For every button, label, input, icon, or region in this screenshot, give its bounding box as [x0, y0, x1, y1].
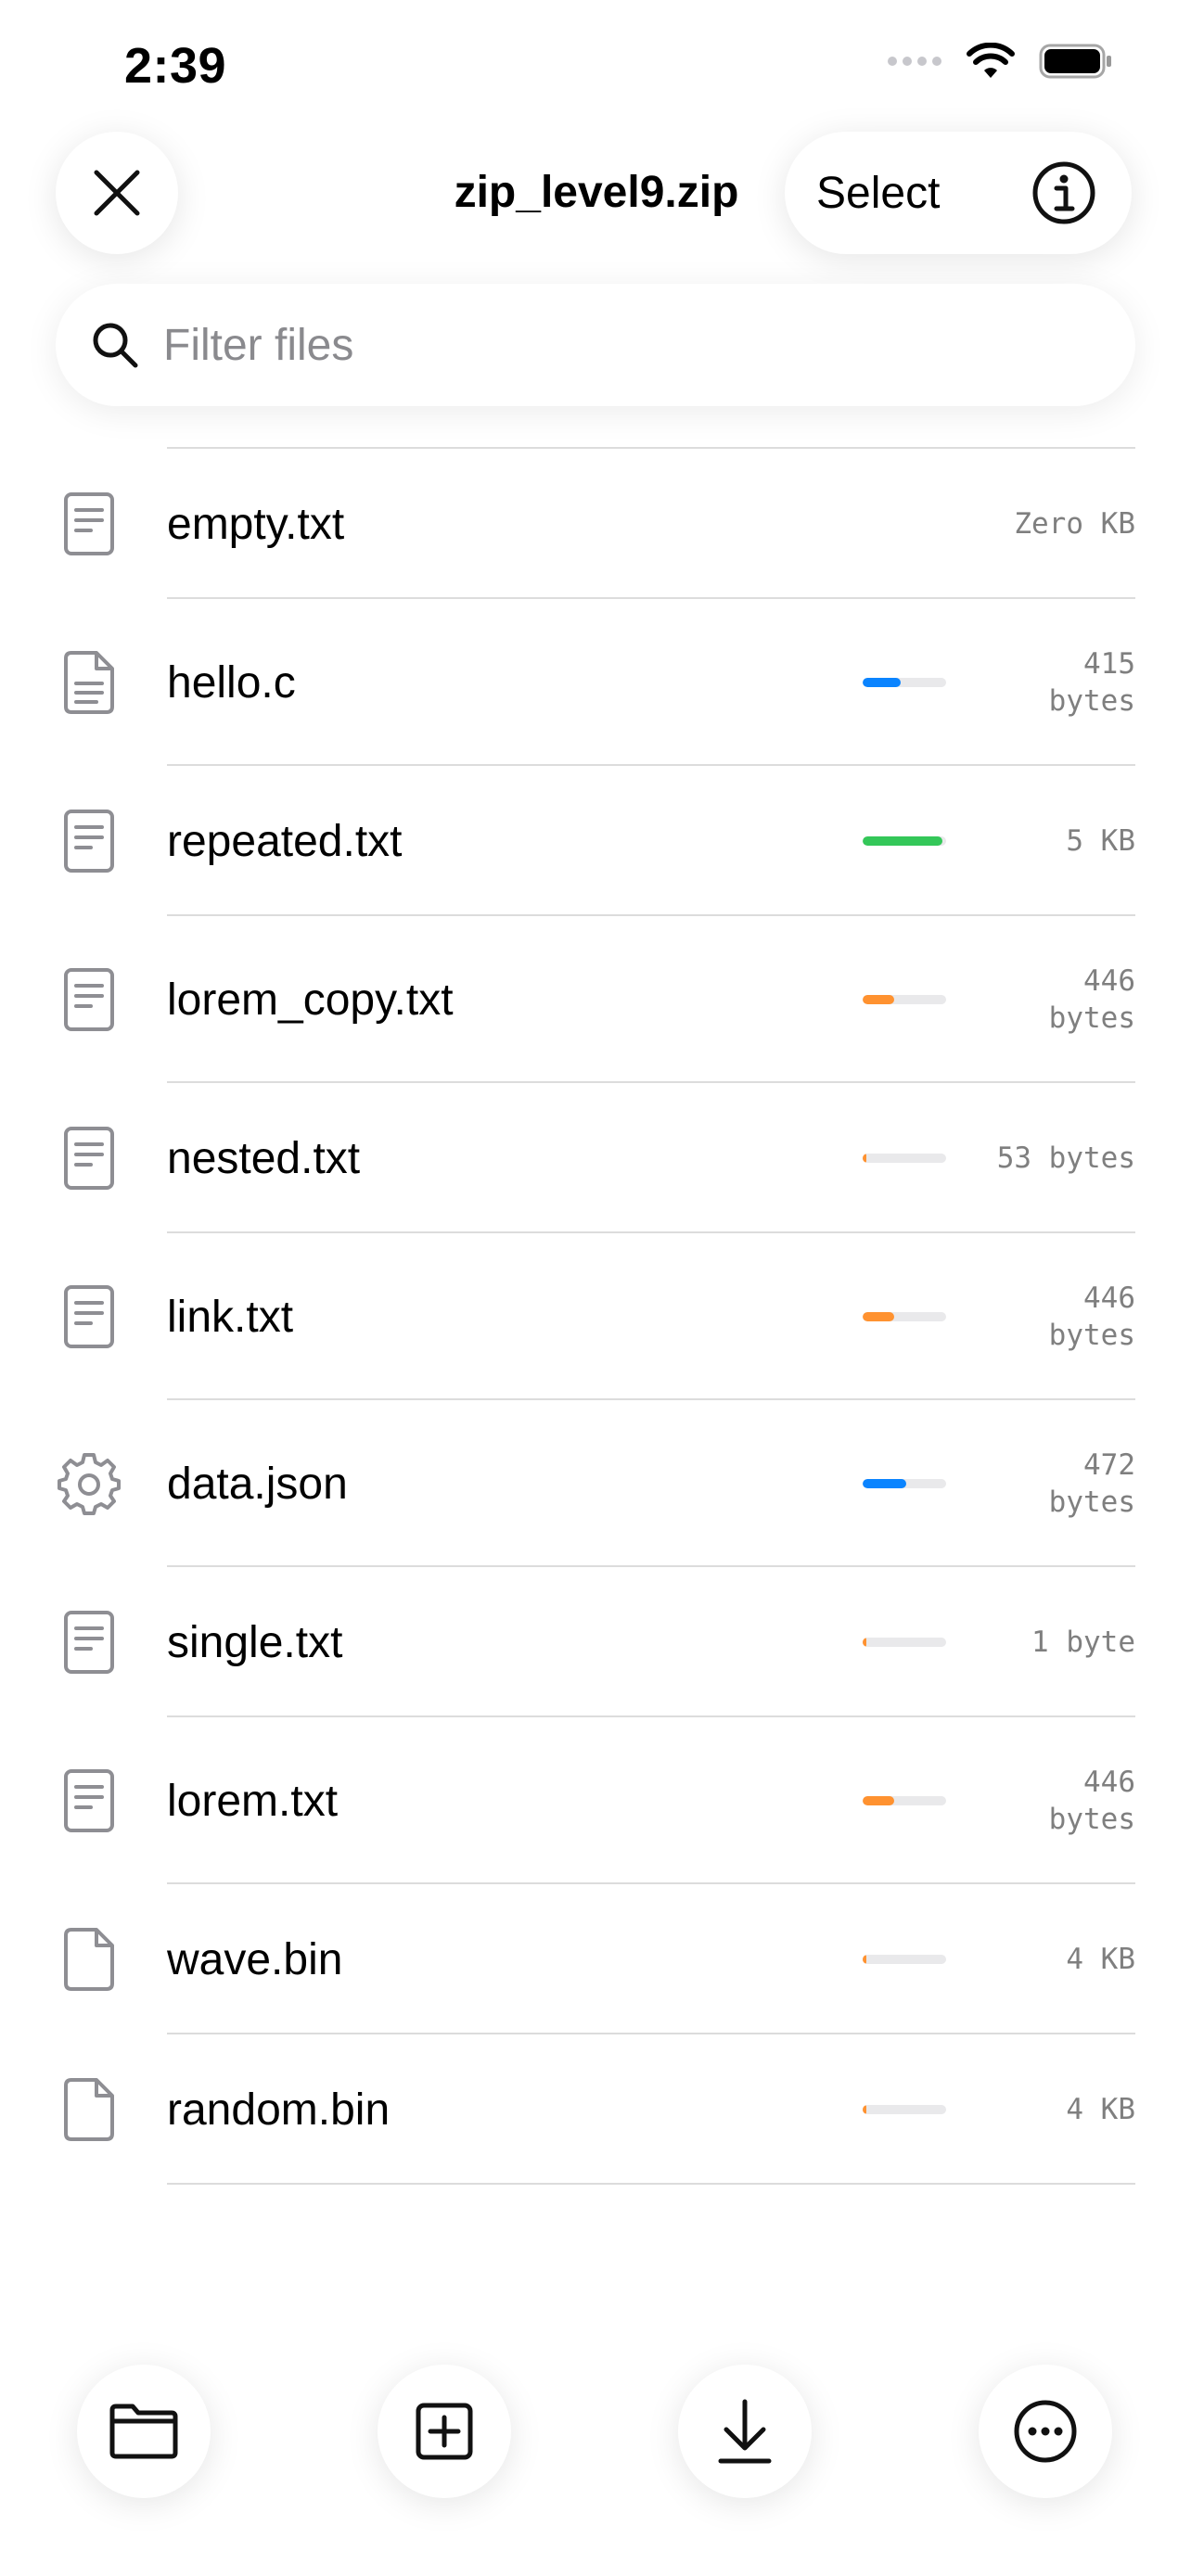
compression-bar-fill	[863, 1955, 866, 1964]
battery-icon	[1039, 44, 1111, 79]
download-icon	[718, 2399, 772, 2464]
compression-bar-fill	[863, 1638, 866, 1647]
compression-bar-fill	[863, 1796, 895, 1805]
info-icon[interactable]	[1031, 160, 1096, 225]
file-name: repeated.txt	[167, 816, 403, 866]
compression-bar	[863, 995, 946, 1004]
file-size: 472 bytes	[1048, 1448, 1135, 1519]
download-button[interactable]	[678, 2365, 812, 2498]
code-file-icon	[52, 645, 126, 720]
screen: 2:39 zip_level9.zip Select Filter files …	[0, 0, 1191, 2576]
compression-bar-fill	[863, 1154, 866, 1163]
compression-bar	[863, 1312, 946, 1321]
compression-bar-fill	[863, 1479, 906, 1488]
compression-bar-fill	[863, 1312, 895, 1321]
text-file-icon	[52, 804, 126, 878]
add-square-icon	[416, 2403, 473, 2460]
text-file-icon	[52, 487, 126, 561]
file-size: 5 KB	[1066, 824, 1135, 858]
file-row[interactable]: lorem.txt 446 bytes	[0, 1717, 1191, 1884]
select-button[interactable]: Select	[816, 168, 940, 219]
compression-bar-fill	[863, 678, 901, 687]
file-row[interactable]: data.json 472 bytes	[0, 1400, 1191, 1567]
compression-bar	[863, 1796, 946, 1805]
file-name: nested.txt	[167, 1133, 361, 1183]
text-file-icon	[52, 1280, 126, 1354]
more-button[interactable]	[979, 2365, 1112, 2498]
file-name: random.bin	[167, 2085, 391, 2135]
gear-icon	[52, 1447, 126, 1521]
file-row[interactable]: wave.bin 4 KB	[0, 1884, 1191, 2034]
text-file-icon	[52, 963, 126, 1037]
compression-bar	[863, 678, 946, 687]
more-icon	[1014, 2400, 1077, 2463]
file-name: data.json	[167, 1459, 348, 1509]
file-size: 53 bytes	[996, 1141, 1135, 1175]
page-title-text: zip_level9.zip	[454, 168, 739, 217]
file-size: 446 bytes	[1048, 964, 1135, 1035]
file-row[interactable]: lorem_copy.txt 446 bytes	[0, 916, 1191, 1083]
status-time: 2:39	[124, 38, 227, 94]
compression-bar	[863, 1479, 946, 1488]
compression-bar	[863, 1154, 946, 1163]
file-size: 4 KB	[1066, 2093, 1135, 2126]
search-input[interactable]	[163, 319, 998, 371]
blank-file-icon	[52, 2072, 126, 2147]
file-row[interactable]: repeated.txt 5 KB	[0, 766, 1191, 916]
file-name: link.txt	[167, 1292, 294, 1342]
file-name: lorem_copy.txt	[167, 975, 454, 1025]
blank-file-icon	[52, 1922, 126, 1996]
file-size: 4 KB	[1066, 1943, 1135, 1976]
file-size: 1 byte	[1031, 1626, 1135, 1659]
text-file-icon	[52, 1121, 126, 1195]
file-name: lorem.txt	[167, 1776, 339, 1826]
nav-actions-pill: Select	[785, 132, 1132, 254]
compression-bar-fill	[863, 2105, 866, 2114]
compression-bar-fill	[863, 836, 943, 846]
file-row[interactable]: random.bin 4 KB	[0, 2034, 1191, 2185]
add-button[interactable]	[378, 2365, 511, 2498]
file-size: 446 bytes	[1048, 1766, 1135, 1836]
text-file-icon	[52, 1764, 126, 1838]
file-size: 415 bytes	[1048, 647, 1135, 718]
folder-button[interactable]	[77, 2365, 211, 2498]
file-row[interactable]: nested.txt 53 bytes	[0, 1083, 1191, 1233]
compression-bar	[863, 2105, 946, 2114]
status-icons	[887, 43, 1113, 80]
search-bar[interactable]	[56, 284, 1135, 406]
wifi-icon	[967, 43, 1015, 78]
text-file-icon	[52, 1605, 126, 1679]
file-size: 446 bytes	[1048, 1282, 1135, 1352]
file-name: empty.txt	[167, 499, 345, 549]
file-row[interactable]: link.txt 446 bytes	[0, 1233, 1191, 1400]
signal-icon	[888, 57, 941, 66]
file-name: hello.c	[167, 657, 296, 708]
compression-bar	[863, 1638, 946, 1647]
row-divider	[167, 2183, 1135, 2185]
compression-bar-fill	[863, 995, 895, 1004]
search-icon	[93, 323, 138, 368]
compression-bar	[863, 1955, 946, 1964]
compression-bar	[863, 836, 946, 846]
file-name: single.txt	[167, 1617, 343, 1667]
file-name: wave.bin	[167, 1934, 343, 1984]
file-size: Zero KB	[1014, 507, 1135, 541]
file-row[interactable]: single.txt 1 byte	[0, 1567, 1191, 1717]
file-row[interactable]: hello.c 415 bytes	[0, 599, 1191, 766]
folder-icon	[109, 2404, 178, 2459]
file-row[interactable]: empty.txt Zero KB	[0, 449, 1191, 599]
